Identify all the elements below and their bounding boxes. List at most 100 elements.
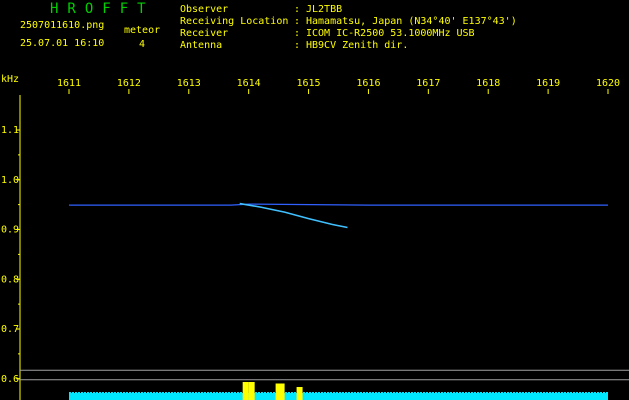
noise-floor-texture [537,392,539,393]
noise-floor-texture [345,392,347,393]
noise-floor-texture [384,392,386,393]
noise-floor-texture [81,392,83,393]
noise-floor-texture [213,392,215,393]
noise-floor-texture [432,392,434,393]
noise-floor-texture [138,392,140,393]
noise-floor-texture [507,392,509,393]
noise-floor-texture [324,392,326,393]
noise-floor-texture [387,392,389,393]
noise-floor-texture [333,392,335,393]
noise-floor-texture [474,392,476,393]
noise-floor-texture [132,392,134,393]
noise-floor-texture [174,392,176,393]
hrofft-window: HROFFT 2507011610.png 25.07.01 16:10 met… [0,0,629,400]
x-tick-label: 1614 [237,78,261,89]
noise-floor-texture [462,392,464,393]
noise-floor-texture [552,392,554,393]
meteor-trace [239,202,348,229]
noise-floor-texture [603,392,605,393]
noise-floor-texture [123,392,125,393]
noise-spike [242,382,249,400]
noise-floor-texture [120,392,122,393]
noise-floor-texture [531,392,533,393]
noise-floor-texture [318,392,320,393]
noise-floor-texture [411,392,413,393]
noise-floor [69,393,608,400]
noise-floor-texture [423,392,425,393]
noise-floor-texture [540,392,542,393]
noise-floor-texture [375,392,377,393]
noise-floor-texture [360,392,362,393]
noise-floor-texture [429,392,431,393]
noise-floor-texture [597,392,599,393]
noise-floor-texture [153,392,155,393]
noise-floor-texture [267,392,269,393]
noise-floor-texture [141,392,143,393]
x-tick-label: 1615 [297,78,321,89]
noise-floor-texture [150,392,152,393]
noise-floor-texture [414,392,416,393]
noise-floor-texture [75,392,77,393]
noise-floor-texture [594,392,596,393]
noise-floor-texture [165,392,167,393]
noise-floor-texture [84,392,86,393]
noise-floor-texture [582,392,584,393]
noise-floor-texture [501,392,503,393]
x-tick-label: 1612 [117,78,141,89]
noise-floor-texture [210,392,212,393]
x-tick-label: 1617 [416,78,440,89]
noise-floor-texture [591,392,593,393]
noise-floor-texture [99,392,101,393]
x-tick-label: 1619 [536,78,560,89]
noise-floor-texture [69,392,71,393]
noise-floor-texture [342,392,344,393]
noise-floor-texture [201,392,203,393]
noise-floor-texture [372,392,374,393]
noise-floor-texture [291,392,293,393]
noise-floor-texture [456,392,458,393]
noise-floor-texture [306,392,308,393]
noise-floor-texture [96,392,98,393]
noise-floor-texture [498,392,500,393]
noise-floor-texture [480,392,482,393]
noise-floor-texture [159,392,161,393]
noise-floor-texture [381,392,383,393]
noise-floor-texture [192,392,194,393]
noise-floor-texture [102,392,104,393]
noise-floor-texture [315,392,317,393]
noise-floor-texture [111,392,113,393]
noise-floor-texture [363,392,365,393]
noise-floor-texture [327,392,329,393]
noise-floor-texture [492,392,494,393]
noise-floor-texture [303,392,305,393]
noise-floor-texture [219,392,221,393]
noise-floor-texture [573,392,575,393]
noise-floor-texture [519,392,521,393]
noise-floor-texture [321,392,323,393]
noise-floor-texture [225,392,227,393]
noise-floor-texture [366,392,368,393]
noise-floor-texture [510,392,512,393]
noise-floor-texture [108,392,110,393]
noise-floor-texture [270,392,272,393]
noise-floor-texture [114,392,116,393]
noise-floor-texture [216,392,218,393]
noise-floor-texture [126,392,128,393]
x-tick-label: 1616 [356,78,380,89]
noise-floor-texture [90,392,92,393]
noise-floor-texture [156,392,158,393]
noise-floor-texture [435,392,437,393]
noise-floor-texture [534,392,536,393]
noise-floor-texture [144,392,146,393]
noise-floor-texture [579,392,581,393]
noise-floor-texture [405,392,407,393]
noise-floor-texture [168,392,170,393]
noise-floor-texture [147,392,149,393]
noise-floor-texture [234,392,236,393]
noise-spike [296,387,303,400]
noise-floor-texture [231,392,233,393]
noise-floor-texture [606,392,608,393]
noise-floor-texture [312,392,314,393]
noise-floor-texture [339,392,341,393]
noise-floor-texture [522,392,524,393]
